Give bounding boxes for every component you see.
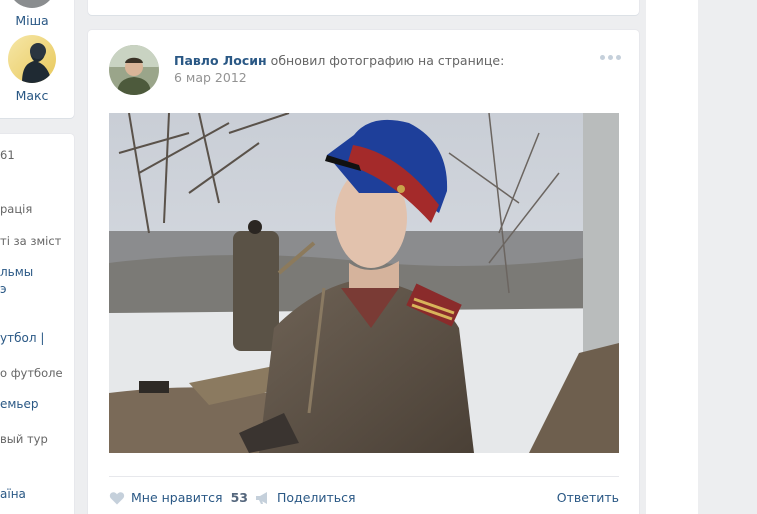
friend-name[interactable]: Макс	[0, 88, 64, 103]
post-photo[interactable]	[109, 113, 619, 453]
group-item[interactable]: о футболе	[0, 366, 63, 380]
right-column-card	[646, 0, 698, 514]
avatar-image	[8, 35, 56, 83]
actions-divider	[109, 476, 619, 477]
avatar[interactable]	[8, 0, 56, 8]
heart-icon	[109, 491, 125, 504]
avatar[interactable]	[8, 35, 56, 83]
group-item[interactable]: вый тур	[0, 432, 48, 446]
like-button[interactable]: Мне нравится 53	[109, 490, 248, 505]
photo-image	[109, 113, 619, 453]
more-horizontal-icon[interactable]	[600, 55, 621, 60]
group-item[interactable]: льмы	[0, 265, 33, 279]
friend-maks[interactable]: Макс	[0, 35, 64, 103]
author-name[interactable]: Павло Лосин	[174, 53, 267, 68]
post-date[interactable]: 6 мар 2012	[174, 70, 247, 85]
reply-button[interactable]: Ответить	[557, 490, 619, 505]
groups-card: 61 рація ті за зміст льмы э утбол | о фу…	[0, 134, 74, 514]
like-label: Мне нравится	[131, 490, 223, 505]
group-item[interactable]: ті за зміст	[0, 234, 61, 248]
post-header: Павло Лосин обновил фотографию на страни…	[174, 53, 504, 68]
share-label: Поделиться	[277, 490, 356, 505]
group-item[interactable]: утбол |	[0, 331, 44, 345]
friend-name[interactable]: Міша	[0, 13, 64, 28]
group-item[interactable]: аїна	[0, 487, 26, 501]
author-avatar[interactable]	[109, 45, 159, 95]
group-item[interactable]: емьер	[0, 397, 39, 411]
reply-label: Ответить	[556, 490, 619, 505]
megaphone-icon	[256, 491, 267, 504]
group-item[interactable]: э	[0, 282, 7, 296]
group-item[interactable]: рація	[0, 202, 32, 216]
post-action-text: обновил фотографию на странице:	[270, 53, 505, 68]
group-item[interactable]: 61	[0, 148, 15, 162]
post-actions: Мне нравится 53 Поделиться Ответить	[109, 490, 619, 508]
avatar-image	[109, 45, 159, 95]
like-count: 53	[230, 490, 248, 505]
friend-misha[interactable]: Міша	[0, 0, 64, 28]
share-button[interactable]: Поделиться	[255, 490, 356, 505]
post-card: Павло Лосин обновил фотографию на страни…	[88, 30, 639, 514]
previous-post-card	[88, 0, 639, 15]
friends-card: Міша Макс	[0, 0, 74, 118]
